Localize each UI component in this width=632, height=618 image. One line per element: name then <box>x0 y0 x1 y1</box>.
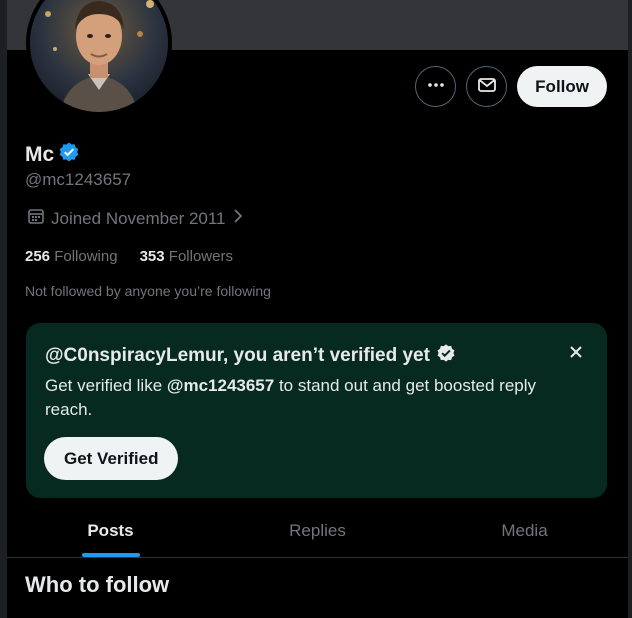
profile-handle: @mc1243657 <box>25 170 132 189</box>
tab-posts-label: Posts <box>87 521 134 540</box>
tab-media-label: Media <box>501 521 548 540</box>
display-name: Mc <box>25 142 55 166</box>
body-handle: @mc1243657 <box>166 376 275 395</box>
verify-promo-card: @C0nspiracyLemur, you aren’t verified ye… <box>26 323 607 498</box>
following-label: Following <box>54 248 118 265</box>
verify-card-title-text: @C0nspiracyLemur, you aren’t verified ye… <box>45 345 430 366</box>
verified-check-icon <box>436 343 456 369</box>
verify-card-body: Get verified like @mc1243657 to stand ou… <box>45 374 585 422</box>
avatar[interactable] <box>26 0 172 116</box>
left-gutter <box>0 0 7 618</box>
envelope-icon <box>477 75 497 98</box>
active-tab-indicator <box>81 553 140 557</box>
message-button[interactable] <box>466 66 508 107</box>
who-to-follow-heading: Who to follow <box>25 572 170 597</box>
get-verified-button[interactable]: Get Verified <box>44 437 179 480</box>
followers-label: Followers <box>168 248 233 265</box>
profile-page: Follow Mc @mc1243657 Joined November 201… <box>0 0 632 618</box>
calendar-icon <box>27 207 45 230</box>
following-count: 256 <box>25 248 51 265</box>
more-horizontal-icon <box>426 75 446 98</box>
chevron-right-icon <box>232 208 244 229</box>
follow-stats: 256 Following 353 Followers <box>25 248 233 265</box>
profile-name-row: Mc <box>25 141 80 168</box>
joined-label: Joined November 2011 <box>51 208 226 228</box>
verified-badge-icon[interactable] <box>58 141 80 168</box>
profile-actions: Follow <box>415 66 607 107</box>
joined-date[interactable]: Joined November 2011 <box>27 207 244 230</box>
follow-button[interactable]: Follow <box>517 66 607 107</box>
followers-link[interactable]: 353 Followers <box>140 248 233 265</box>
followers-count: 353 <box>139 248 165 265</box>
tab-replies[interactable]: Replies <box>214 505 421 557</box>
body-prefix: Get verified like <box>45 376 167 395</box>
right-gutter <box>628 0 632 618</box>
not-followed-note: Not followed by anyone you’re following <box>25 283 271 299</box>
close-icon[interactable] <box>565 341 587 363</box>
tab-replies-label: Replies <box>289 521 346 540</box>
verify-card-title: @C0nspiracyLemur, you aren’t verified ye… <box>45 343 456 369</box>
following-link[interactable]: 256 Following <box>25 248 118 265</box>
tab-media[interactable]: Media <box>421 505 628 557</box>
more-options-button[interactable] <box>415 66 457 107</box>
tab-posts[interactable]: Posts <box>7 505 214 557</box>
profile-tabs: Posts Replies Media <box>7 505 628 558</box>
